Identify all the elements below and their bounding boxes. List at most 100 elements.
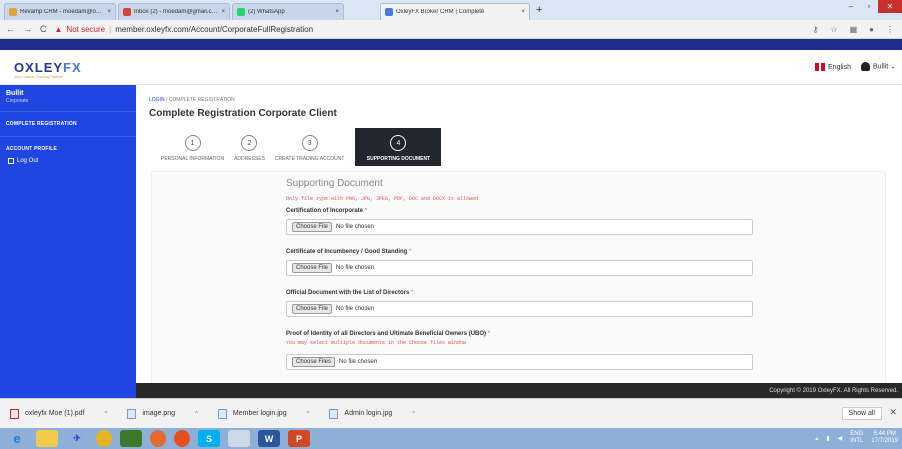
chevron-down-icon: ⌄	[890, 63, 896, 71]
firefox-icon[interactable]	[174, 430, 190, 447]
sidebar-item-complete-registration[interactable]: COMPLETE REGISTRATION	[0, 118, 136, 130]
file-status: No file chosen	[336, 224, 375, 230]
logout-icon	[8, 158, 14, 164]
choose-file-button[interactable]: Choose File	[292, 263, 333, 273]
page-title: Complete Registration Corporate Client	[149, 108, 337, 119]
skype-icon[interactable]: S	[198, 430, 220, 447]
chrome-icon[interactable]	[96, 430, 112, 447]
logo-text: OXLEY	[14, 60, 64, 75]
step-addresses[interactable]: 2 ADDRESSES	[229, 128, 270, 166]
pdf-file-icon	[10, 408, 19, 419]
key-icon[interactable]: ⚷	[813, 25, 819, 34]
download-item[interactable]: Member login.jpg ^	[208, 408, 320, 419]
volume-icon[interactable]: ◀	[838, 435, 843, 442]
close-icon[interactable]: ×	[107, 9, 111, 15]
file-input-certificate-of-incumbency[interactable]: Choose File No file chosen	[286, 260, 753, 276]
sidebar-item-logout[interactable]: Log Out	[0, 155, 136, 167]
chrome-active-icon[interactable]	[228, 430, 250, 447]
file-explorer-icon[interactable]	[36, 430, 58, 447]
chevron-up-icon[interactable]: ^	[195, 411, 198, 417]
close-icon[interactable]: ×	[521, 9, 525, 15]
close-icon[interactable]: ×	[335, 9, 339, 15]
email-app-icon[interactable]: ✈	[66, 430, 88, 447]
choose-file-button[interactable]: Choose File	[292, 304, 333, 314]
language-selector[interactable]: English	[815, 62, 851, 71]
url-field[interactable]: ▲ Not secure | member.oxleyfx.com/Accoun…	[55, 25, 314, 34]
breadcrumb-login-link[interactable]: LOGIN	[149, 97, 165, 103]
step-label: ADDRESSES	[234, 156, 265, 162]
photos-icon[interactable]	[120, 430, 142, 447]
sidebar-divider	[0, 136, 136, 137]
user-name: Bullit	[872, 63, 889, 71]
choose-file-button[interactable]: Choose File	[292, 222, 333, 232]
field-label-text: Certification of Incorporate	[286, 208, 364, 214]
file-status: No file chosen	[339, 359, 378, 365]
supporting-document-form: Supporting Document Only file type with …	[286, 178, 753, 383]
layout-code: INTL	[850, 438, 864, 444]
tab-favicon-icon	[9, 8, 17, 16]
tray-arrow-icon[interactable]: ▴	[815, 435, 818, 442]
back-icon[interactable]: ←	[6, 24, 15, 34]
field-label: Certificate of Incumbency / Good Standin…	[286, 249, 753, 255]
tab-favicon-icon	[385, 8, 393, 16]
step-supporting-document[interactable]: 4 SUPPORTING DOCUMENT	[355, 128, 442, 166]
field-label: Official Document with the List of Direc…	[286, 290, 753, 296]
step-label: SUPPORTING DOCUMENT	[366, 156, 431, 162]
browser-tab[interactable]: (2) WhatsApp ×	[232, 3, 344, 20]
download-item[interactable]: oxleyfx Moe (1).pdf ^	[0, 408, 117, 419]
reload-icon[interactable]: C	[40, 24, 47, 34]
logo-fx-text: FX	[63, 60, 82, 75]
file-input-proof-of-identity[interactable]: Choose Files No file chosen	[286, 354, 753, 370]
sidebar-divider	[0, 111, 136, 112]
top-accent-bar	[0, 39, 902, 50]
close-icon[interactable]: ✕	[889, 407, 897, 418]
step-number: 1	[184, 135, 201, 151]
multiple-files-note: You may select multiple documents in the…	[286, 340, 467, 346]
close-icon[interactable]: ×	[221, 9, 225, 15]
download-item[interactable]: image.png ^	[117, 408, 208, 419]
chevron-up-icon[interactable]: ^	[307, 411, 310, 417]
file-input-list-of-directors[interactable]: Choose File No file chosen	[286, 301, 753, 317]
powerpoint-icon[interactable]: P	[288, 430, 310, 447]
extension-icon[interactable]: ▦	[850, 25, 858, 34]
show-all-button[interactable]: Show all	[841, 407, 882, 420]
browser-tab[interactable]: Inbox (2) - moedam@gmail.com ×	[118, 3, 230, 20]
network-icon[interactable]: ▮	[826, 435, 829, 442]
forward-icon[interactable]: →	[23, 24, 32, 34]
new-tab-button[interactable]: +	[536, 4, 542, 16]
system-tray: ▴ ▮ ◀ ENG INTL 5:44 PM 17/7/2019	[815, 431, 898, 445]
step-create-trading-account[interactable]: 3 CREATE TRADING ACCOUNT	[270, 128, 350, 166]
user-menu[interactable]: Bullit ⌄	[860, 62, 896, 71]
window-close-icon[interactable]: ✕	[878, 0, 902, 13]
browser-tab-bar: Revamp CRM - moedam@oxley × Inbox (2) - m…	[0, 0, 902, 20]
profile-icon[interactable]: ●	[869, 25, 874, 34]
internet-explorer-icon[interactable]: e	[6, 430, 28, 447]
logo-tagline: Your Safest Trading Partner	[14, 74, 64, 79]
registration-steps: 1 PERSONAL INFORMATION 2 ADDRESSES 3 CREATE…	[156, 128, 442, 166]
downloads-bar: oxleyfx Moe (1).pdf ^ image.png ^ Member l…	[0, 398, 902, 428]
clock[interactable]: 5:44 PM 17/7/2019	[871, 431, 898, 445]
file-input-certification-of-incorporate[interactable]: Choose File No file chosen	[286, 219, 753, 235]
user-icon	[860, 62, 870, 71]
step-personal-information[interactable]: 1 PERSONAL INFORMATION	[156, 128, 229, 166]
chevron-up-icon[interactable]: ^	[105, 411, 108, 417]
browser-actions: ⚷ ☆ ▦ ● ⋮	[813, 25, 894, 34]
app-icon[interactable]	[150, 430, 166, 447]
language-indicator[interactable]: ENG INTL	[850, 431, 863, 445]
minimize-icon[interactable]: –	[842, 0, 860, 13]
tab-label: Revamp CRM - moedam@oxley	[20, 9, 105, 15]
word-icon[interactable]: W	[258, 430, 280, 447]
logo[interactable]: OXLEYFX	[14, 60, 82, 75]
browser-tab[interactable]: Revamp CRM - moedam@oxley ×	[4, 3, 116, 20]
menu-icon[interactable]: ⋮	[886, 25, 894, 34]
download-item[interactable]: Admin login.jpg ^	[319, 408, 425, 419]
browser-tab-active[interactable]: OxleyFX Broker CRM | Complete ×	[380, 3, 530, 20]
maximize-icon[interactable]: ▫	[860, 0, 878, 13]
chevron-up-icon[interactable]: ^	[412, 411, 415, 417]
star-icon[interactable]: ☆	[830, 25, 837, 34]
choose-files-button[interactable]: Choose Files	[292, 357, 336, 367]
image-file-icon	[329, 408, 339, 419]
form-title: Supporting Document	[286, 178, 383, 189]
header-actions: English Bullit ⌄	[815, 62, 896, 71]
url-text: member.oxleyfx.com/Account/CorporateFull…	[115, 24, 314, 34]
